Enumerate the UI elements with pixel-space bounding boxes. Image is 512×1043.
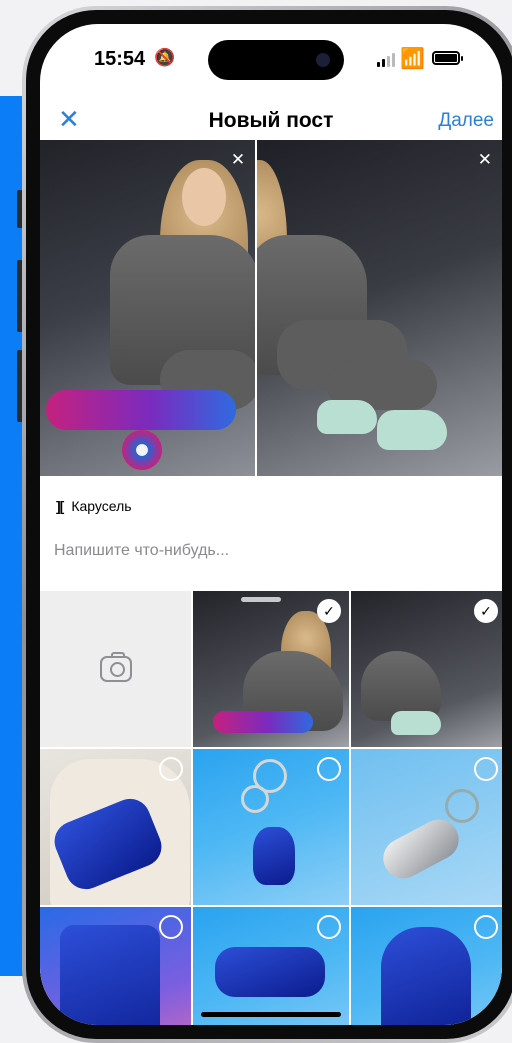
- gallery-item[interactable]: ✓: [351, 591, 502, 747]
- select-circle[interactable]: [317, 757, 341, 781]
- select-circle[interactable]: [159, 915, 183, 939]
- remove-media-icon[interactable]: ✕: [231, 150, 245, 170]
- home-indicator: [201, 1012, 341, 1017]
- remove-media-icon[interactable]: ✕: [478, 150, 492, 170]
- status-bar: 15:54 🔕 📶: [40, 24, 502, 96]
- preview-image[interactable]: ✕: [40, 140, 256, 476]
- drag-handle[interactable]: [241, 597, 281, 602]
- page-title: Новый пост: [208, 109, 334, 132]
- gallery-item[interactable]: [40, 749, 191, 905]
- camera-icon: [99, 652, 132, 682]
- next-button[interactable]: Далее: [438, 110, 494, 132]
- phone-frame: 15:54 🔕 📶 ✕ Новый пост Далее ✕ ✕][Кару…: [22, 6, 512, 1043]
- select-circle[interactable]: [159, 757, 183, 781]
- phone-volume-down-button: [17, 350, 22, 422]
- phone-volume-up-button: [17, 260, 22, 332]
- dynamic-island: [208, 40, 344, 80]
- selected-check-icon[interactable]: ✓: [474, 599, 498, 623]
- selected-check-icon[interactable]: ✓: [317, 599, 341, 623]
- select-circle[interactable]: [474, 915, 498, 939]
- camera-button[interactable]: [40, 591, 191, 747]
- battery-icon: [432, 51, 463, 65]
- cellular-signal-icon: [377, 53, 395, 67]
- caption-input[interactable]: Напишите что-нибудь...: [54, 542, 229, 560]
- gallery-item[interactable]: [193, 907, 349, 1025]
- gallery-item[interactable]: [351, 749, 502, 905]
- select-circle[interactable]: [317, 915, 341, 939]
- gallery-item[interactable]: [193, 749, 349, 905]
- selected-media-preview: ✕ ✕: [40, 140, 502, 476]
- gallery-item[interactable]: [351, 907, 502, 1025]
- select-circle[interactable]: [474, 757, 498, 781]
- carousel-icon: ][: [56, 498, 64, 514]
- phone-screen: 15:54 🔕 📶 ✕ Новый пост Далее ✕ ✕][Кару…: [40, 24, 502, 1025]
- gallery-item[interactable]: ✓: [193, 591, 349, 747]
- phone-action-button: [17, 190, 22, 228]
- gallery-item[interactable]: [40, 907, 191, 1025]
- media-gallery: ✓ ✓: [40, 591, 502, 1025]
- carousel-label: Карусель: [71, 498, 132, 514]
- bell-slash-icon: 🔕: [154, 48, 176, 67]
- preview-image[interactable]: ✕: [257, 140, 502, 476]
- navbar: ✕ Новый пост Далее: [40, 96, 502, 146]
- carousel-indicator[interactable]: ][ Карусель: [56, 498, 132, 514]
- wifi-icon: 📶: [400, 48, 425, 70]
- status-time: 15:54: [94, 48, 146, 70]
